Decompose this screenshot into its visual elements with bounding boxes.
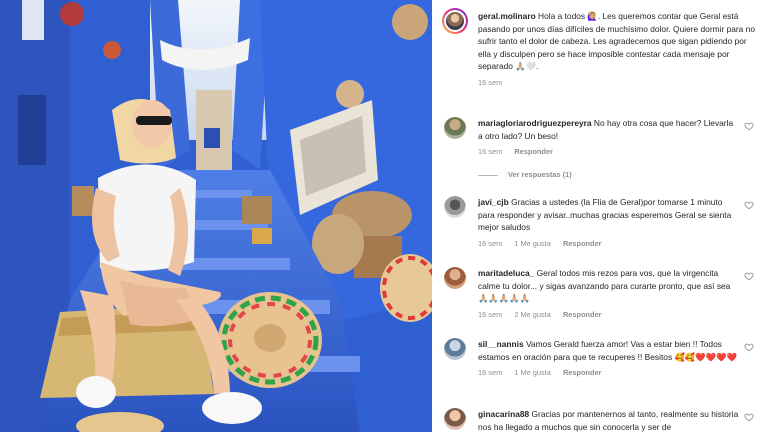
heart-icon[interactable] [744,342,754,352]
chefchaouen-stairs-image [0,0,432,432]
heart-icon[interactable] [744,412,754,422]
avatar[interactable] [444,408,466,430]
comments-panel: geral.molinaro Hola a todos 🙋🏼‍♀️. Les q… [432,0,768,432]
avatar[interactable] [444,117,466,139]
replies-divider [478,174,498,176]
comment-username[interactable]: mariagloriarodriguezpereyra [478,118,592,128]
avatar[interactable] [444,267,466,289]
reply-button[interactable]: Responder [563,239,602,248]
comment-time: 16 sem [478,368,503,378]
comment-text: Gracias a ustedes (la Flia de Geral)por … [478,197,732,233]
heart-icon[interactable] [744,200,754,210]
author-username[interactable]: geral.molinaro [478,11,536,21]
comment-time: 16 sem [478,309,503,319]
likes-count[interactable]: 1 Me gusta [514,368,551,377]
likes-count[interactable]: 2 Me gusta [514,310,551,319]
heart-icon[interactable] [744,121,754,131]
comment-time: 16 sem [478,238,503,248]
comment-username[interactable]: javi_cjb [478,197,509,207]
reply-button[interactable]: Responder [514,147,553,156]
comment-username[interactable]: ginacarina88 [478,409,529,419]
likes-count[interactable]: 1 Me gusta [514,239,551,248]
post-time: 16 sem [478,77,503,87]
author-avatar[interactable] [442,8,468,34]
comment-username[interactable]: maritadeluca_ [478,268,534,278]
reply-button[interactable]: Responder [563,310,602,319]
view-replies-button[interactable]: Ver respuestas (1) [478,170,572,179]
avatar[interactable] [444,196,466,218]
comment-time: 16 sem [478,147,503,157]
reply-button[interactable]: Responder [563,368,602,377]
comment-username[interactable]: sil__nannis [478,339,524,349]
heart-icon[interactable] [744,271,754,281]
avatar[interactable] [444,338,466,360]
post-photo [0,0,432,432]
